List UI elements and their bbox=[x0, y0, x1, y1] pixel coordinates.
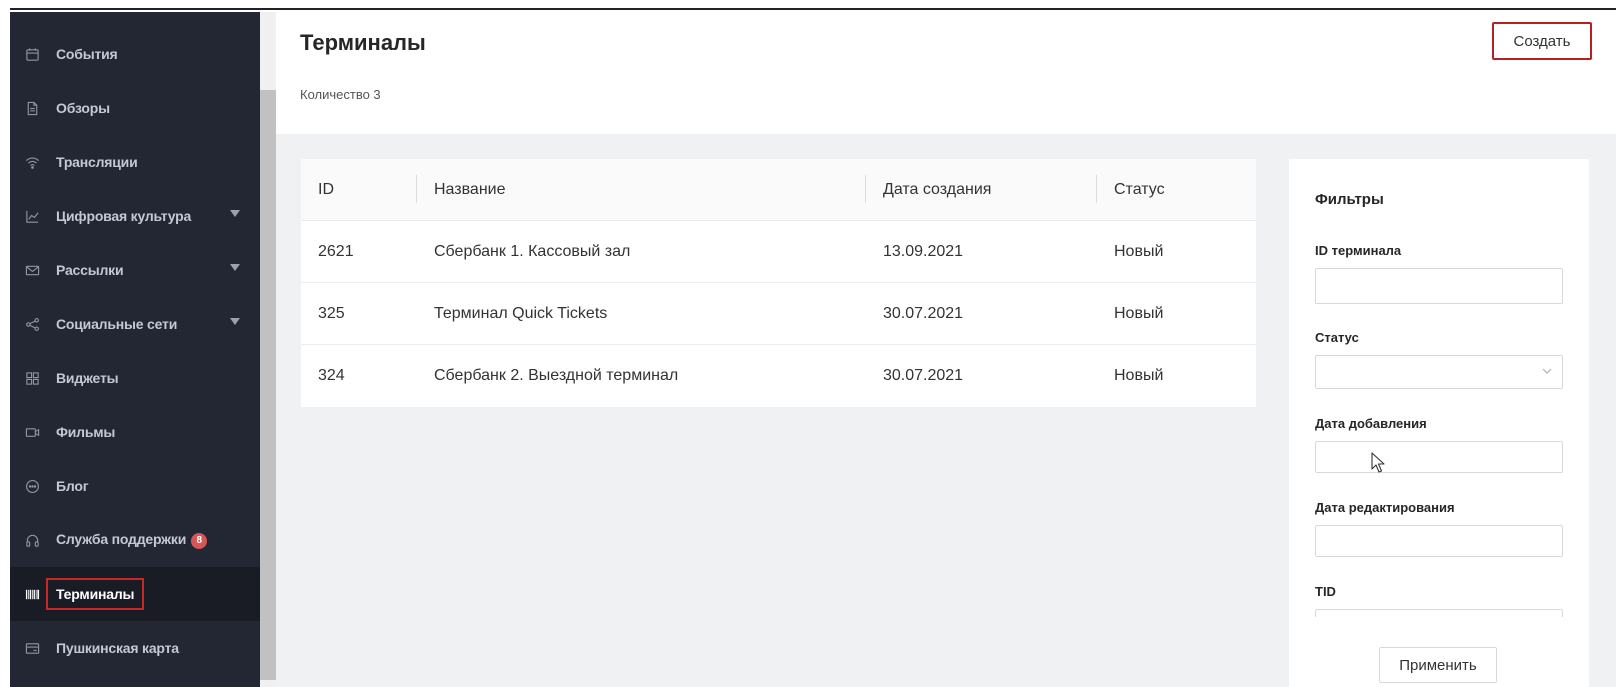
window-top-border bbox=[0, 0, 1616, 10]
caret-down-icon bbox=[230, 264, 240, 271]
table-row[interactable]: 325 Терминал Quick Tickets 30.07.2021 Но… bbox=[301, 283, 1256, 345]
chat-bubble-icon bbox=[24, 478, 40, 494]
calendar-icon bbox=[24, 46, 40, 62]
headphones-icon bbox=[24, 532, 40, 548]
mail-icon bbox=[24, 262, 40, 278]
sidebar-item-label: Терминалы bbox=[45, 578, 145, 610]
sidebar-item-terminals[interactable]: Терминалы bbox=[10, 567, 260, 621]
sidebar-item-digital-culture[interactable]: Цифровая культура bbox=[10, 189, 260, 243]
create-button[interactable]: Создать bbox=[1492, 22, 1592, 60]
cell-id: 325 bbox=[318, 305, 345, 322]
cell-created-date: 30.07.2021 bbox=[883, 305, 964, 322]
sidebar-item-blog[interactable]: Блог bbox=[10, 459, 260, 513]
terminal-id-input[interactable] bbox=[1315, 268, 1563, 304]
barcode-icon bbox=[24, 586, 40, 602]
column-divider bbox=[865, 175, 866, 203]
mouse-cursor-icon bbox=[1371, 452, 1385, 473]
card-icon bbox=[24, 640, 40, 656]
items-count: Количество 3 bbox=[300, 87, 381, 102]
sidebar-item-reviews[interactable]: Обзоры bbox=[10, 81, 260, 135]
caret-down-icon bbox=[230, 210, 240, 217]
column-header-created-date[interactable]: Дата создания bbox=[883, 159, 991, 221]
edited-date-input[interactable] bbox=[1315, 525, 1563, 557]
sidebar-item-support[interactable]: Служба поддержки 8 bbox=[10, 513, 260, 567]
notification-badge: 8 bbox=[191, 533, 208, 549]
terminals-table: ID Название Дата создания Статус 2621 Сб… bbox=[301, 159, 1256, 407]
filters-panel: Фильтры ID терминала Статус Дата добавле… bbox=[1289, 159, 1589, 687]
cell-created-date: 13.09.2021 bbox=[883, 243, 964, 260]
sidebar-item-label: Обзоры bbox=[56, 100, 110, 116]
sidebar-item-mailings[interactable]: Рассылки bbox=[10, 243, 260, 297]
sidebar-item-events[interactable]: События bbox=[10, 27, 260, 81]
sidebar-item-widgets[interactable]: Виджеты bbox=[10, 351, 260, 405]
sidebar-item-label: Блог bbox=[56, 478, 89, 494]
chevron-down-icon bbox=[1542, 368, 1552, 374]
edited-date-label: Дата редактирования bbox=[1315, 500, 1455, 515]
table-row[interactable]: 324 Сбербанк 2. Выездной терминал 30.07.… bbox=[301, 345, 1256, 407]
table-header: ID Название Дата создания Статус bbox=[301, 159, 1256, 221]
cell-name: Терминал Quick Tickets bbox=[434, 305, 608, 322]
cell-status: Новый bbox=[1114, 243, 1164, 260]
cell-name: Сбербанк 2. Выездной терминал bbox=[434, 367, 679, 384]
tid-label: TID bbox=[1315, 584, 1336, 599]
sidebar-item-label: Виджеты bbox=[56, 370, 119, 386]
sidebar: События Обзоры Трансляции Цифровая культ… bbox=[10, 12, 260, 687]
sidebar-item-label: События bbox=[56, 46, 118, 62]
share-icon bbox=[24, 316, 40, 332]
cell-status: Новый bbox=[1114, 305, 1164, 322]
sidebar-item-label: Пушкинская карта bbox=[56, 640, 179, 656]
column-header-status[interactable]: Статус bbox=[1114, 159, 1165, 221]
column-divider bbox=[416, 175, 417, 203]
sidebar-item-label: Социальные сети bbox=[56, 316, 178, 332]
cell-id: 324 bbox=[318, 367, 345, 384]
sidebar-item-label: Служба поддержки 8 bbox=[56, 531, 208, 549]
main-content: Терминалы Количество 3 Создать ID Назван… bbox=[276, 12, 1616, 687]
sidebar-item-label: Трансляции bbox=[56, 154, 138, 170]
grid-icon bbox=[24, 370, 40, 386]
added-date-input[interactable] bbox=[1315, 441, 1563, 473]
cell-created-date: 30.07.2021 bbox=[883, 367, 964, 384]
sidebar-item-label: Цифровая культура bbox=[56, 208, 192, 224]
sidebar-item-broadcasts[interactable]: Трансляции bbox=[10, 135, 260, 189]
apply-button[interactable]: Применить bbox=[1379, 647, 1497, 683]
page-header: Терминалы Количество 3 Создать bbox=[276, 12, 1616, 134]
cell-status: Новый bbox=[1114, 367, 1164, 384]
sidebar-item-films[interactable]: Фильмы bbox=[10, 405, 260, 459]
status-label: Статус bbox=[1315, 330, 1359, 345]
column-divider bbox=[1096, 175, 1097, 203]
cell-id: 2621 bbox=[318, 243, 354, 260]
window-left-border bbox=[0, 0, 10, 687]
page-title: Терминалы bbox=[300, 30, 426, 55]
sidebar-item-text: Служба поддержки bbox=[56, 531, 187, 547]
sidebar-item-label: Рассылки bbox=[56, 262, 124, 278]
added-date-label: Дата добавления bbox=[1315, 416, 1427, 431]
line-chart-icon bbox=[24, 208, 40, 224]
sidebar-scrollbar-thumb[interactable] bbox=[260, 90, 276, 680]
terminal-id-label: ID терминала bbox=[1315, 243, 1402, 258]
document-icon bbox=[24, 100, 40, 116]
column-header-id[interactable]: ID bbox=[318, 159, 334, 221]
sidebar-item-label: Фильмы bbox=[56, 424, 116, 440]
caret-down-icon bbox=[230, 318, 240, 325]
column-header-name[interactable]: Название bbox=[434, 159, 506, 221]
filters-title: Фильтры bbox=[1315, 191, 1384, 208]
tid-input[interactable] bbox=[1315, 609, 1563, 617]
wifi-icon bbox=[24, 154, 40, 170]
sidebar-item-pushkin-card[interactable]: Пушкинская карта bbox=[10, 621, 260, 675]
cell-name: Сбербанк 1. Кассовый зал bbox=[434, 243, 631, 260]
table-row[interactable]: 2621 Сбербанк 1. Кассовый зал 13.09.2021… bbox=[301, 221, 1256, 283]
sidebar-item-social-networks[interactable]: Социальные сети bbox=[10, 297, 260, 351]
status-select[interactable] bbox=[1315, 355, 1563, 389]
video-camera-icon bbox=[24, 424, 40, 440]
